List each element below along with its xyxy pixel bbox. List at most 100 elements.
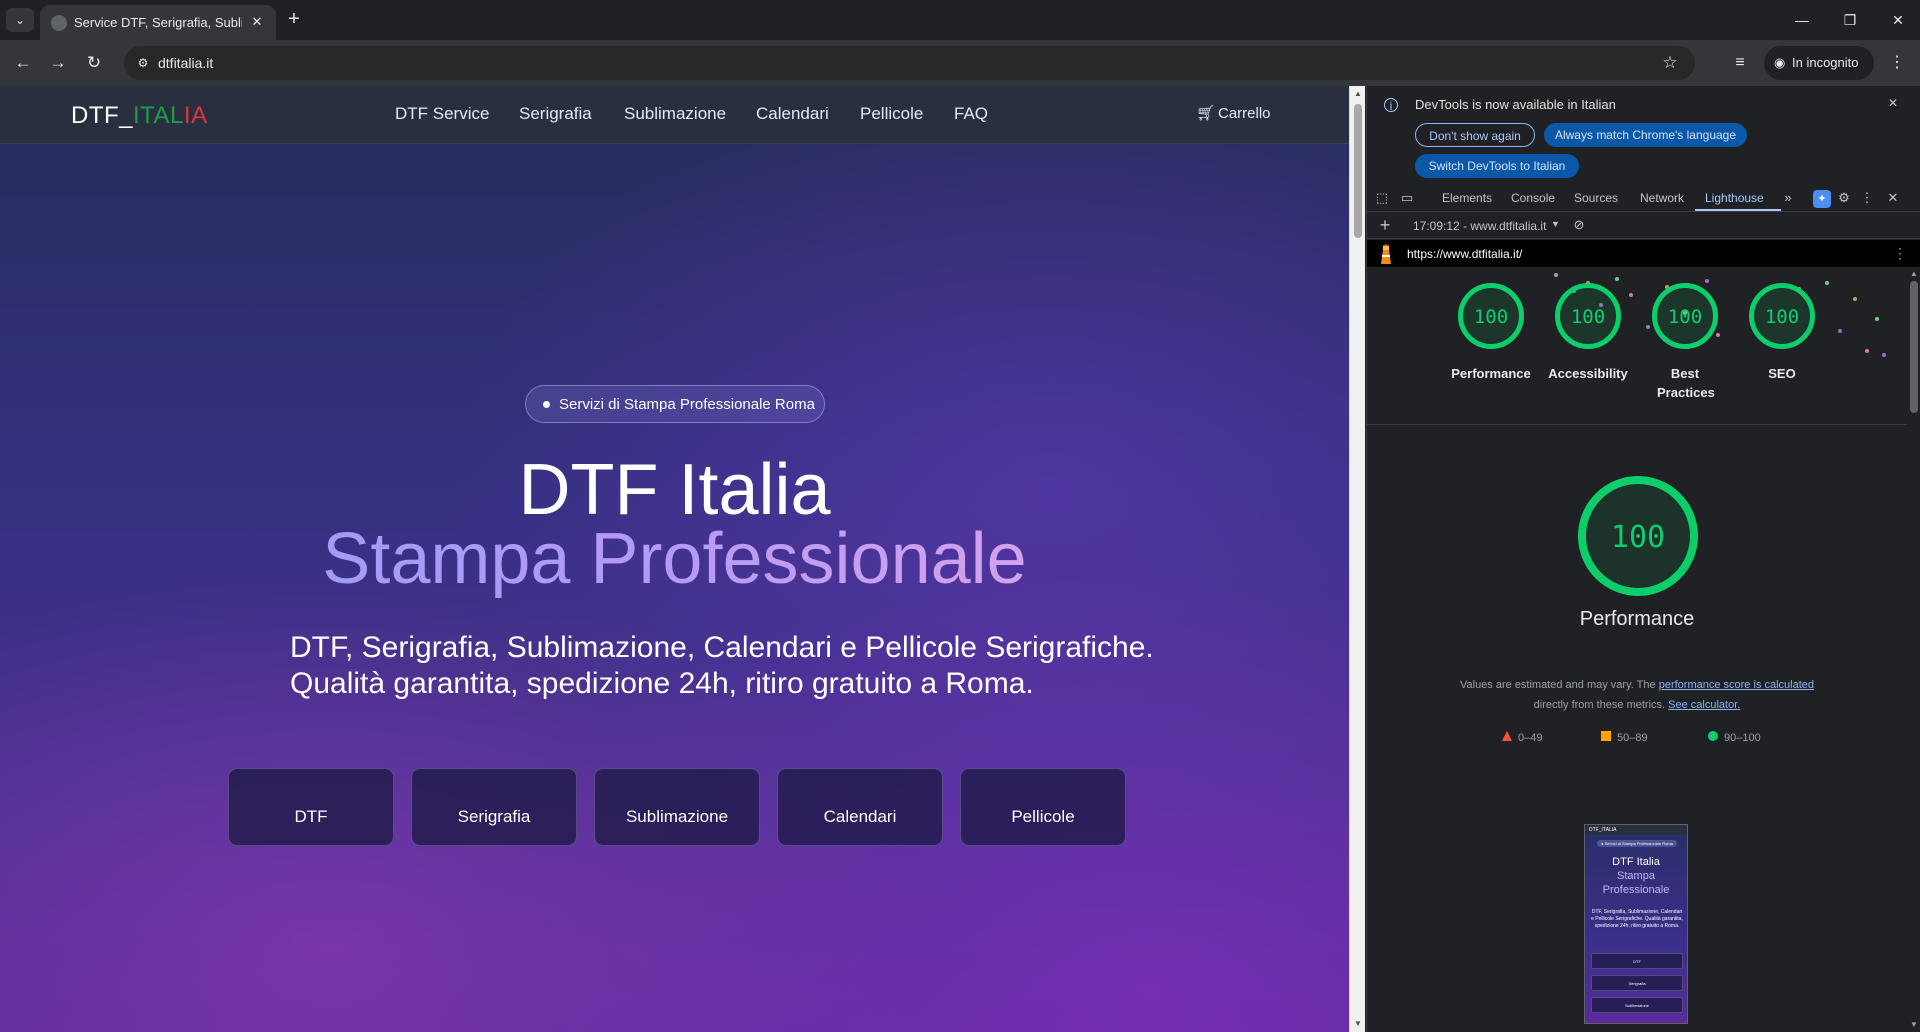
cart-label: Carrello <box>1218 105 1271 122</box>
window-close-icon[interactable]: ✕ <box>1878 6 1918 34</box>
new-report-icon[interactable]: + <box>1375 215 1395 235</box>
dont-show-again-button[interactable]: Don't show again <box>1415 123 1535 147</box>
media-controls-icon[interactable]: ≡ <box>1728 51 1752 75</box>
tab-elements[interactable]: Elements <box>1442 191 1492 205</box>
logo-part-3: IA <box>183 102 208 129</box>
devtools-close-icon[interactable]: ✕ <box>1884 189 1902 207</box>
incognito-icon: ◉ <box>1774 55 1786 70</box>
incognito-indicator[interactable]: ◉ In incognito <box>1764 46 1874 80</box>
scroll-up-icon[interactable]: ▲ <box>1353 89 1363 99</box>
legend-average: 50–89 <box>1601 731 1648 744</box>
tab-lighthouse[interactable]: Lighthouse <box>1705 191 1764 205</box>
settings-icon[interactable]: ⚙ <box>1835 189 1853 207</box>
tab-console[interactable]: Console <box>1511 191 1555 205</box>
tab-search-icon[interactable]: ⌄ <box>6 8 34 32</box>
more-tabs-icon[interactable]: » <box>1779 189 1797 207</box>
device-toolbar-icon[interactable]: ▭ <box>1398 189 1416 207</box>
page-scrollbar-thumb[interactable] <box>1354 104 1362 238</box>
circle-icon <box>1708 731 1724 744</box>
page-screenshot-thumbnail[interactable]: DTF_ITALIA ● Servizi di Stampa Professio… <box>1584 824 1688 1024</box>
legend-pass-label: 90–100 <box>1724 732 1761 744</box>
legend-pass: 90–100 <box>1708 731 1761 744</box>
minimize-icon[interactable]: — <box>1782 6 1822 34</box>
score-calculated-link[interactable]: performance score is calculated <box>1659 679 1814 691</box>
devtools-scrollbar[interactable]: ▲ ▼ <box>1907 267 1920 1032</box>
nav-link-pellicole[interactable]: Pellicole <box>860 104 923 124</box>
tab-network[interactable]: Network <box>1640 191 1684 205</box>
site-info-icon[interactable]: ⚙ <box>134 54 152 72</box>
best-practices-gauge[interactable]: 100 <box>1652 283 1718 349</box>
accessibility-gauge[interactable]: 100 <box>1555 283 1621 349</box>
scroll-up-icon[interactable]: ▲ <box>1909 269 1919 279</box>
forward-icon[interactable]: → <box>45 50 71 76</box>
report-menu-icon[interactable]: ⋮ <box>1893 245 1907 262</box>
ai-assistance-icon[interactable]: ✦ <box>1813 190 1831 208</box>
new-tab-icon[interactable]: + <box>282 8 306 32</box>
score-summary: 100 Performance 100 Accessibility 100 Be… <box>1367 267 1920 425</box>
thumbnail-title-line-2: Stampa <box>1617 870 1655 882</box>
site-logo[interactable]: DTF_ITALIA <box>71 102 208 130</box>
thumbnail-header: DTF_ITALIA <box>1585 825 1687 835</box>
menu-icon[interactable]: ⋮ <box>1885 51 1909 75</box>
performance-section-title: Performance <box>1579 608 1695 630</box>
performance-gauge[interactable]: 100 <box>1458 283 1524 349</box>
service-button-sublimazione[interactable]: Sublimazione <box>594 768 760 846</box>
scroll-down-icon[interactable]: ▼ <box>1909 1020 1919 1030</box>
infobar-close-icon[interactable]: ✕ <box>1885 95 1901 111</box>
chevron-down-icon[interactable]: ▼ <box>1551 219 1560 229</box>
hero-badge: Servizi di Stampa Professionale Roma <box>525 385 825 423</box>
report-selector[interactable]: 17:09:12 - www.dtfitalia.it <box>1413 219 1546 233</box>
devtools-menu-icon[interactable]: ⋮ <box>1858 189 1876 207</box>
restore-icon[interactable]: ❐ <box>1830 6 1870 34</box>
service-button-serigrafia[interactable]: Serigrafia <box>411 768 577 846</box>
address-bar[interactable]: ⚙ dtfitalia.it ☆ <box>124 46 1695 80</box>
star-icon[interactable]: ☆ <box>1659 52 1681 74</box>
address-url[interactable]: dtfitalia.it <box>158 55 213 71</box>
accessibility-label: Accessibility <box>1548 366 1628 381</box>
favicon-icon <box>51 15 67 31</box>
service-button-pellicole[interactable]: Pellicole <box>960 768 1126 846</box>
confetti-dot <box>1882 353 1886 357</box>
performance-main-score: 100 <box>1610 520 1666 555</box>
note-prefix: Values are estimated and may vary. The <box>1459 679 1656 691</box>
nav-link-dtf-service[interactable]: DTF Service <box>395 104 489 124</box>
devtools-tabbar: ⬚ ▭ Elements Console Sources Network Lig… <box>1367 186 1920 212</box>
service-label: Sublimazione <box>625 807 729 826</box>
infobar-message: DevTools is now available in Italian <box>1415 97 1616 112</box>
lighthouse-icon <box>1381 244 1391 264</box>
page-scrollbar[interactable]: ▲ ▼ <box>1349 86 1365 1032</box>
browser-tab[interactable]: Service DTF, Serigrafia, Sublima ✕ <box>40 5 276 40</box>
service-button-calendari[interactable]: Calendari <box>777 768 943 846</box>
thumbnail-subtitle: DTF, Serigrafia, Sublimazione, Calendari… <box>1591 909 1683 929</box>
reload-icon[interactable]: ↻ <box>81 50 107 76</box>
block-icon[interactable]: ⊘ <box>1571 217 1587 233</box>
web-page: DTF_ITALIA DTF Service Serigrafia Sublim… <box>0 86 1349 1032</box>
incognito-label: In incognito <box>1792 55 1859 70</box>
logo-part-1: DTF_ <box>71 102 133 129</box>
seo-gauge[interactable]: 100 <box>1749 283 1815 349</box>
back-icon[interactable]: ← <box>10 50 36 76</box>
badge-dot <box>543 401 550 408</box>
match-language-button[interactable]: Always match Chrome's language <box>1544 123 1747 147</box>
devtools-scrollbar-thumb[interactable] <box>1910 281 1918 413</box>
performance-label: Performance <box>1451 366 1531 381</box>
badge-text: Servizi di Stampa Professionale Roma <box>559 396 815 413</box>
service-button-dtf[interactable]: DTF <box>228 768 394 846</box>
confetti-dot <box>1646 325 1650 329</box>
tab-close-icon[interactable]: ✕ <box>248 13 266 31</box>
inspect-icon[interactable]: ⬚ <box>1373 189 1391 207</box>
scroll-down-icon[interactable]: ▼ <box>1353 1019 1363 1029</box>
confetti-dot <box>1838 329 1842 333</box>
nav-link-faq[interactable]: FAQ <box>954 104 988 124</box>
confetti-dot <box>1629 293 1633 297</box>
switch-to-italian-button[interactable]: Switch DevTools to Italian <box>1415 154 1579 178</box>
performance-main-gauge: 100 <box>1578 476 1698 596</box>
confetti-dot <box>1875 317 1879 321</box>
nav-link-calendari[interactable]: Calendari <box>756 104 829 124</box>
see-calculator-link[interactable]: See calculator. <box>1668 699 1740 711</box>
tab-sources[interactable]: Sources <box>1574 191 1618 205</box>
nav-link-serigrafia[interactable]: Serigrafia <box>519 104 592 124</box>
nav-link-sublimazione[interactable]: Sublimazione <box>624 104 726 124</box>
cart-link[interactable]: 🛒︎ Carrello <box>1196 104 1271 122</box>
triangle-icon <box>1502 731 1518 744</box>
